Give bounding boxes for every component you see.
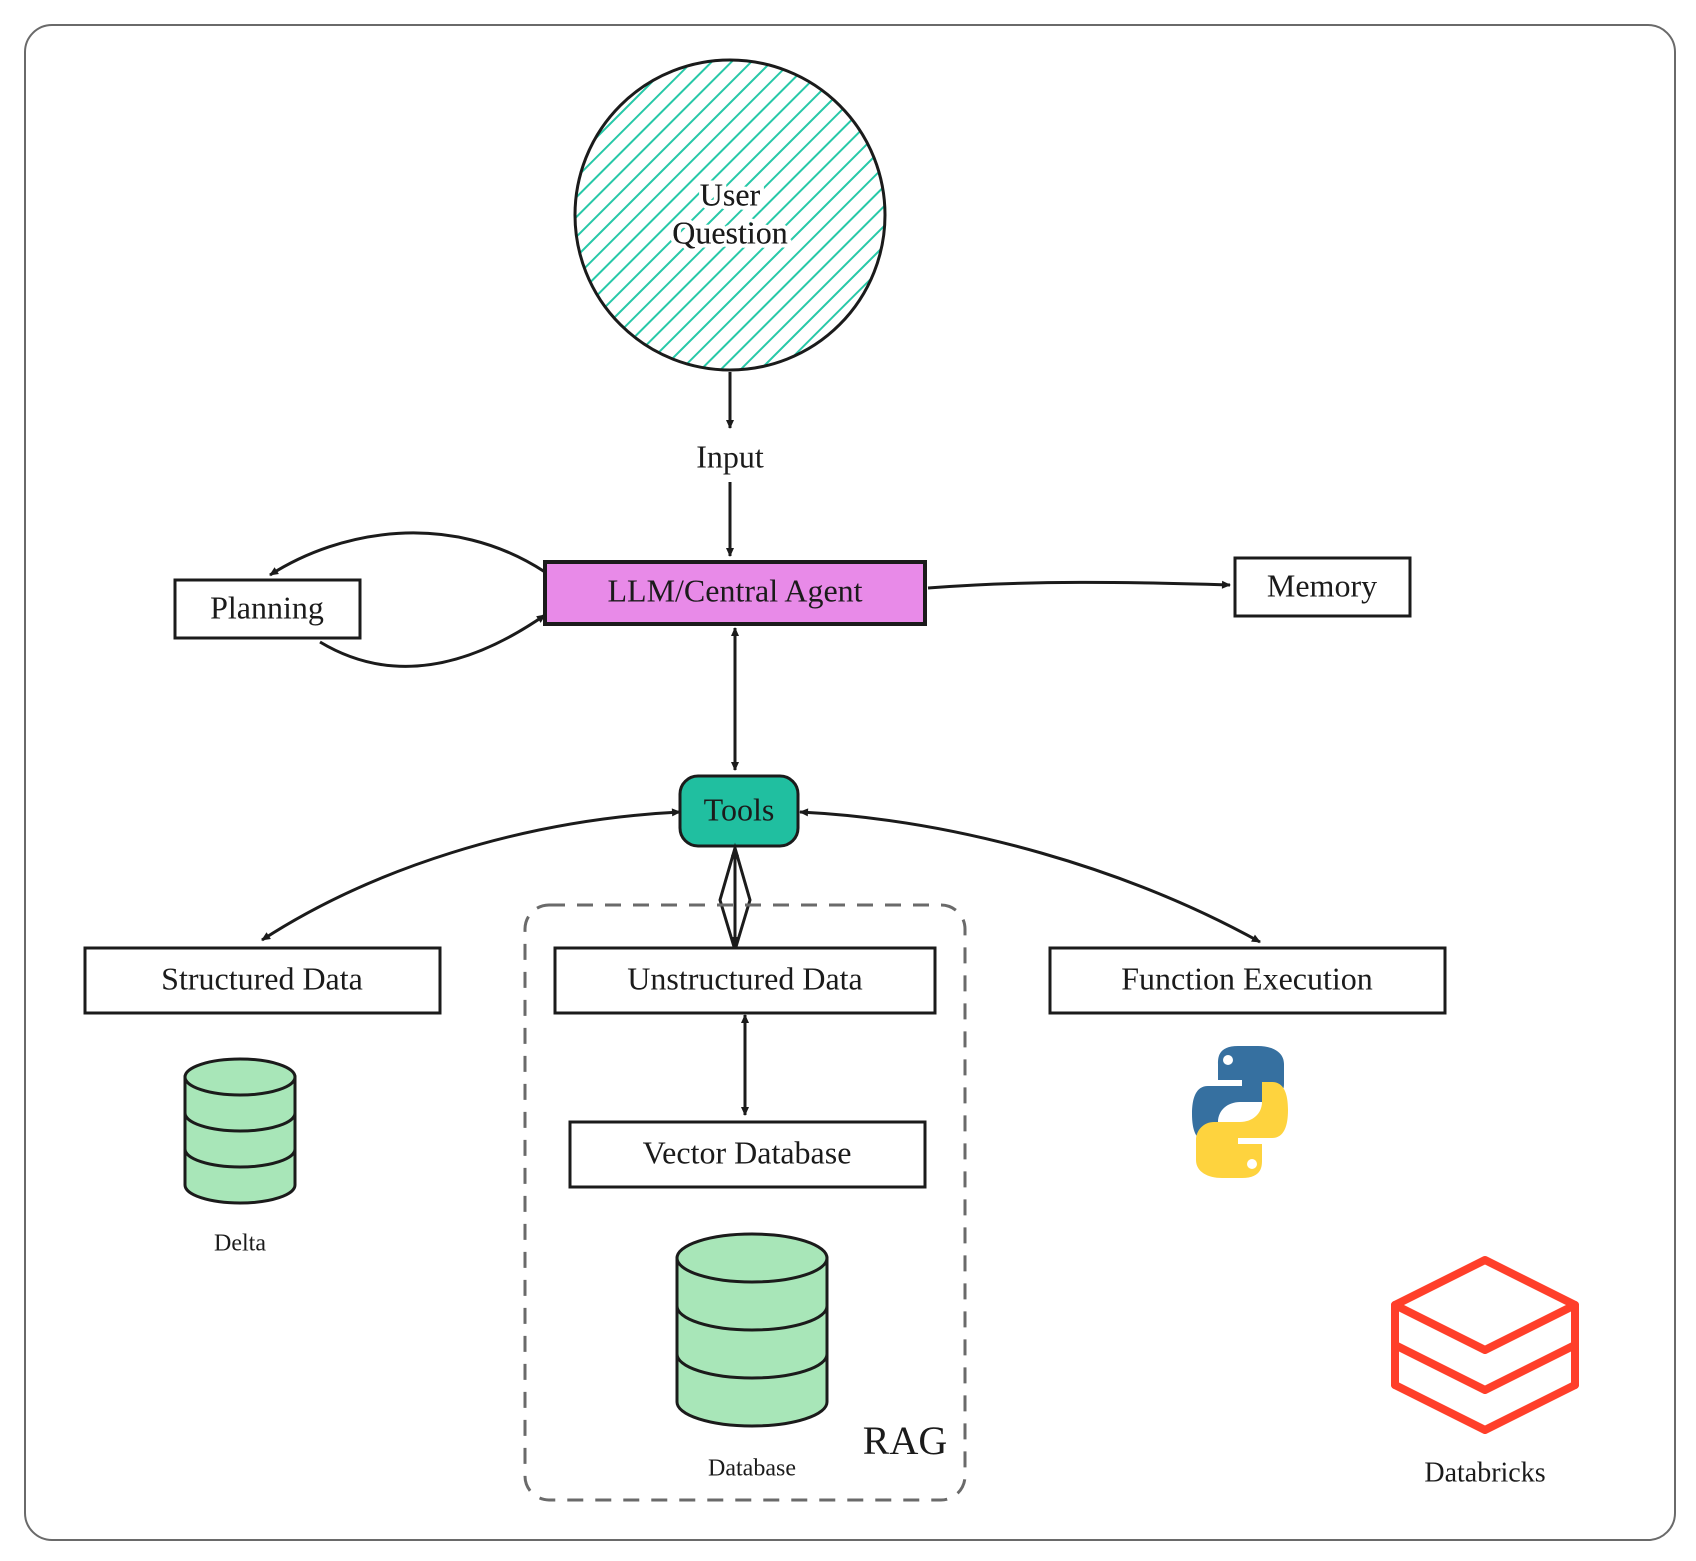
vector-database-node: Vector Database [570,1122,925,1187]
svg-text:User: User [700,176,761,212]
central-agent-node: LLM/Central Agent [545,562,925,624]
arrow-tools-function [800,812,1260,942]
unstructured-data-label: Unstructured Data [627,960,862,996]
tools-label: Tools [704,791,775,827]
svg-text:Question: Question [672,214,788,250]
planning-node: Planning [175,580,360,638]
python-logo-icon [1192,1046,1288,1178]
delta-label: Delta [214,1231,266,1257]
unstructured-data-node: Unstructured Data [555,948,935,1013]
memory-label: Memory [1267,567,1377,603]
delta-database-icon [185,1059,295,1203]
rag-label: RAG [863,1418,947,1463]
rag-database-icon [677,1234,827,1426]
database-label: Database [708,1456,796,1482]
arrow-tools-structured [262,812,680,940]
function-execution-node: Function Execution [1050,948,1445,1013]
input-label: Input [696,438,764,474]
arrow-tools-unstructured [720,848,750,950]
vector-database-label: Vector Database [643,1134,852,1170]
structured-data-label: Structured Data [161,960,363,996]
planning-label: Planning [210,589,324,625]
function-execution-label: Function Execution [1121,960,1373,996]
structured-data-node: Structured Data [85,948,440,1013]
memory-node: Memory [1235,558,1410,616]
architecture-diagram: User Question Input LLM/Central Agent Pl… [0,0,1696,1561]
central-agent-label: LLM/Central Agent [607,572,862,608]
databricks-logo-icon [1395,1260,1575,1430]
databricks-label: Databricks [1424,1457,1545,1488]
arrow-input: Input [696,372,764,556]
arrow-agent-memory [928,582,1230,588]
tools-node: Tools [680,776,798,846]
